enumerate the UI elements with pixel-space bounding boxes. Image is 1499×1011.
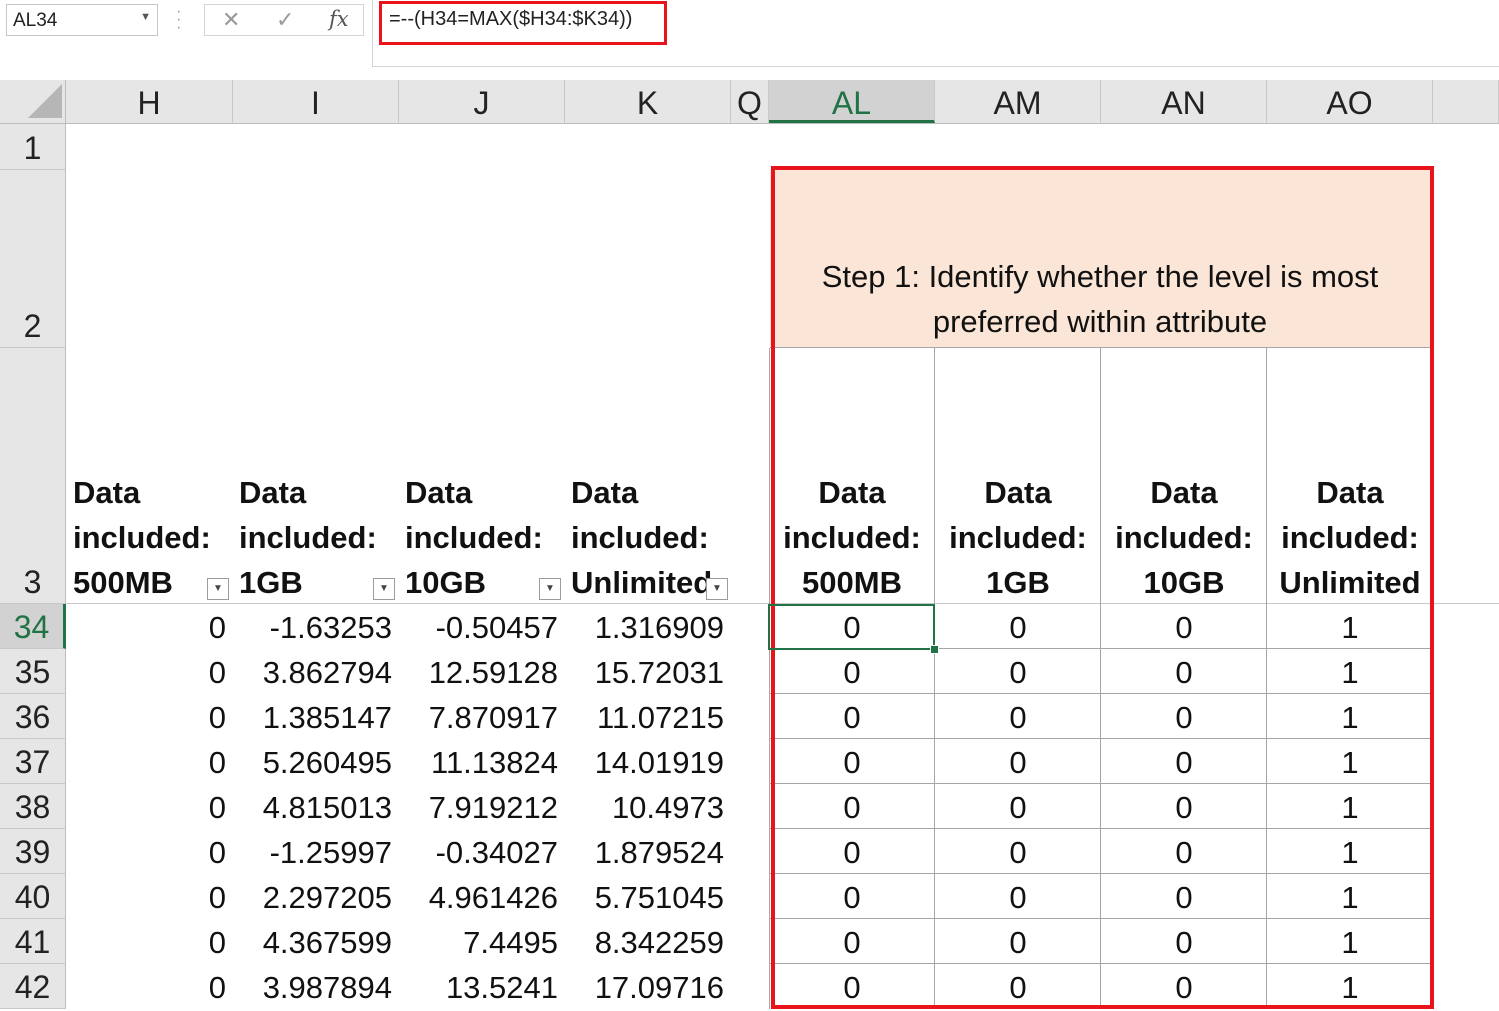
filter-dropdown-icon[interactable]: ▼ — [706, 578, 728, 600]
formula-bar-resize-handle-icon[interactable]: · · · — [176, 4, 181, 36]
cell-j-42[interactable]: 13.5241 — [399, 964, 565, 1009]
cell-h-38[interactable]: 0 — [66, 784, 233, 829]
cell-j-37[interactable]: 11.13824 — [399, 739, 565, 784]
column-header-i[interactable]: I — [233, 80, 399, 123]
row-header-label: 38 — [14, 789, 51, 825]
column-header-k[interactable]: K — [565, 80, 731, 123]
cell-j-39[interactable]: -0.34027 — [399, 829, 565, 874]
row-header-36[interactable]: 36 — [0, 694, 66, 739]
row-header-label: 40 — [14, 879, 51, 915]
cell-i-38[interactable]: 4.815013 — [233, 784, 399, 829]
column-headers: H I J K Q AL AM AN AO A — [0, 80, 1499, 124]
cell-j-34[interactable]: -0.50457 — [399, 604, 565, 649]
cell-i-39[interactable]: -1.25997 — [233, 829, 399, 874]
row-header-39[interactable]: 39 — [0, 829, 66, 874]
column-header-am[interactable]: AM — [935, 80, 1101, 123]
cell-k-36[interactable]: 11.07215 — [565, 694, 731, 739]
enter-icon[interactable]: ✓ — [276, 7, 294, 33]
selected-cell-indicator — [768, 604, 935, 650]
cancel-icon[interactable]: ✕ — [222, 7, 240, 33]
cell-j-36[interactable]: 7.870917 — [399, 694, 565, 739]
cell-k-42[interactable]: 17.09716 — [565, 964, 731, 1009]
row-header-label: 2 — [23, 308, 42, 344]
row-header-40[interactable]: 40 — [0, 874, 66, 919]
cell-h-37[interactable]: 0 — [66, 739, 233, 784]
header-line: Data — [571, 475, 639, 510]
row-header-label: 39 — [14, 834, 51, 870]
cell-j-35[interactable]: 12.59128 — [399, 649, 565, 694]
row-header-1[interactable]: 1 — [0, 124, 66, 170]
cell-k-38[interactable]: 10.4973 — [565, 784, 731, 829]
cell-h-40[interactable]: 0 — [66, 874, 233, 919]
cell-i-36[interactable]: 1.385147 — [233, 694, 399, 739]
column-header-h[interactable]: H — [66, 80, 233, 123]
filter-dropdown-icon[interactable]: ▼ — [539, 578, 561, 600]
header-line: included: — [405, 520, 543, 555]
cell-i-37[interactable]: 5.260495 — [233, 739, 399, 784]
filter-dropdown-icon[interactable]: ▼ — [373, 578, 395, 600]
cell-i-40[interactable]: 2.297205 — [233, 874, 399, 919]
cell-i-42[interactable]: 3.987894 — [233, 964, 399, 1009]
cell-j-40[interactable]: 4.961426 — [399, 874, 565, 919]
cell-h-42[interactable]: 0 — [66, 964, 233, 1009]
header-line: Data — [239, 475, 307, 510]
row-header-41[interactable]: 41 — [0, 919, 66, 964]
cell-h-36[interactable]: 0 — [66, 694, 233, 739]
row-header-42[interactable]: 42 — [0, 964, 66, 1009]
row-header-label: 41 — [14, 924, 51, 960]
row-header-label: 1 — [23, 130, 42, 166]
row-header-label: 37 — [14, 744, 51, 780]
header-line: Data — [405, 475, 473, 510]
row-header-label: 34 — [13, 609, 50, 645]
column-header-an[interactable]: AN — [1101, 80, 1267, 123]
column-header-j[interactable]: J — [399, 80, 565, 123]
cell-i-41[interactable]: 4.367599 — [233, 919, 399, 964]
cell-h-39[interactable]: 0 — [66, 829, 233, 874]
cell-i-34[interactable]: -1.63253 — [233, 604, 399, 649]
column-header-ap[interactable]: A — [1433, 80, 1499, 123]
name-box-value: AL34 — [13, 10, 58, 31]
insert-function-icon[interactable]: fx — [329, 7, 349, 31]
row-header-38[interactable]: 38 — [0, 784, 66, 829]
row-header-37[interactable]: 37 — [0, 739, 66, 784]
cell-k-41[interactable]: 8.342259 — [565, 919, 731, 964]
header-line: Data — [73, 475, 141, 510]
formula-bar: AL34 ▼ · · · ✕ ✓ fx =--(H34=MAX($H34:$K34)… — [0, 0, 1499, 80]
cell-k-39[interactable]: 1.879524 — [565, 829, 731, 874]
row-header-label: 42 — [14, 969, 51, 1005]
header-cell-k3[interactable]: Data included: Unlimited — [571, 470, 713, 605]
formula-highlight-box — [379, 1, 667, 45]
row-header-35[interactable]: 35 — [0, 649, 66, 694]
column-header-al[interactable]: AL — [769, 80, 935, 123]
row-header-label: 35 — [14, 654, 51, 690]
cell-k-40[interactable]: 5.751045 — [565, 874, 731, 919]
header-line: Unlimited — [571, 565, 713, 600]
cell-h-34[interactable]: 0 — [66, 604, 233, 649]
column-header-q[interactable]: Q — [731, 80, 769, 123]
cell-j-38[interactable]: 7.919212 — [399, 784, 565, 829]
row-header-2[interactable]: 2 — [0, 170, 66, 348]
row-header-3[interactable]: 3 — [0, 348, 66, 604]
row-header-label: 3 — [23, 564, 42, 600]
cell-j-41[interactable]: 7.4495 — [399, 919, 565, 964]
fill-handle[interactable] — [930, 645, 939, 654]
cell-h-35[interactable]: 0 — [66, 649, 233, 694]
cell-k-34[interactable]: 1.316909 — [565, 604, 731, 649]
filter-dropdown-icon[interactable]: ▼ — [207, 578, 229, 600]
column-header-ao[interactable]: AO — [1267, 80, 1433, 123]
header-line: included: — [73, 520, 211, 555]
cell-k-37[interactable]: 14.01919 — [565, 739, 731, 784]
header-line: included: — [239, 520, 377, 555]
cell-k-35[interactable]: 15.72031 — [565, 649, 731, 694]
name-box[interactable]: AL34 ▼ — [6, 4, 158, 36]
cell-i-35[interactable]: 3.862794 — [233, 649, 399, 694]
header-line: included: — [571, 520, 709, 555]
highlight-box — [771, 166, 1434, 1009]
cell-h-41[interactable]: 0 — [66, 919, 233, 964]
select-all-triangle-icon — [28, 84, 62, 118]
formula-tools: ✕ ✓ fx — [204, 4, 364, 36]
row-header-34[interactable]: 34 — [0, 604, 66, 649]
row-header-label: 36 — [14, 699, 51, 735]
name-box-dropdown-icon[interactable]: ▼ — [140, 11, 151, 23]
